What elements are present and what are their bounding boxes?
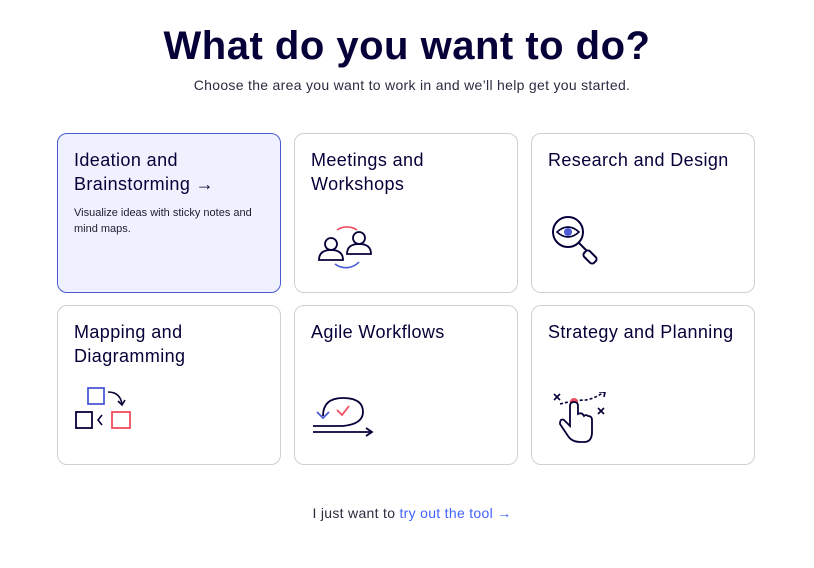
loop-check-icon [313, 397, 374, 437]
footer-prefix: I just want to [312, 505, 396, 521]
magnifier-eye-icon [552, 216, 598, 265]
card-title: Meetings and Workshops [311, 150, 424, 194]
hand-strategy-icon [553, 392, 606, 443]
arrow-right-icon: → [195, 174, 215, 194]
card-title: Research and Design [548, 150, 729, 170]
card-title: Agile Workflows [311, 322, 445, 342]
onboarding-page: What do you want to do? Choose the area … [0, 0, 814, 568]
page-subtitle: Choose the area you want to work in and … [193, 77, 631, 93]
card-strategy-planning[interactable]: Strategy and Planning [531, 305, 755, 465]
try-out-tool-link[interactable]: try out the tool → [399, 505, 511, 521]
card-mapping-diagramming[interactable]: Mapping and Diagramming [57, 305, 281, 465]
card-title: Mapping and Diagramming [74, 322, 186, 366]
card-research-design[interactable]: Research and Design [531, 133, 755, 293]
card-ideation-brainstorming[interactable]: Ideation and Brainstorming → Visualize i… [57, 133, 281, 293]
card-agile-workflows[interactable]: Agile Workflows [294, 305, 518, 465]
people-sync-icon [318, 226, 372, 269]
shapes-flow-icon [75, 387, 131, 429]
card-meetings-workshops[interactable]: Meetings and Workshops [294, 133, 518, 293]
footer-try-tool: I just want to try out the tool → [0, 505, 814, 521]
card-title: Strategy and Planning [548, 322, 734, 342]
page-title: What do you want to do? [163, 24, 651, 68]
card-description: Visualize ideas with sticky notes and mi… [74, 207, 252, 235]
use-case-grid: Ideation and Brainstorming → Visualize i… [57, 133, 755, 465]
card-title: Ideation and Brainstorming → [74, 150, 215, 194]
